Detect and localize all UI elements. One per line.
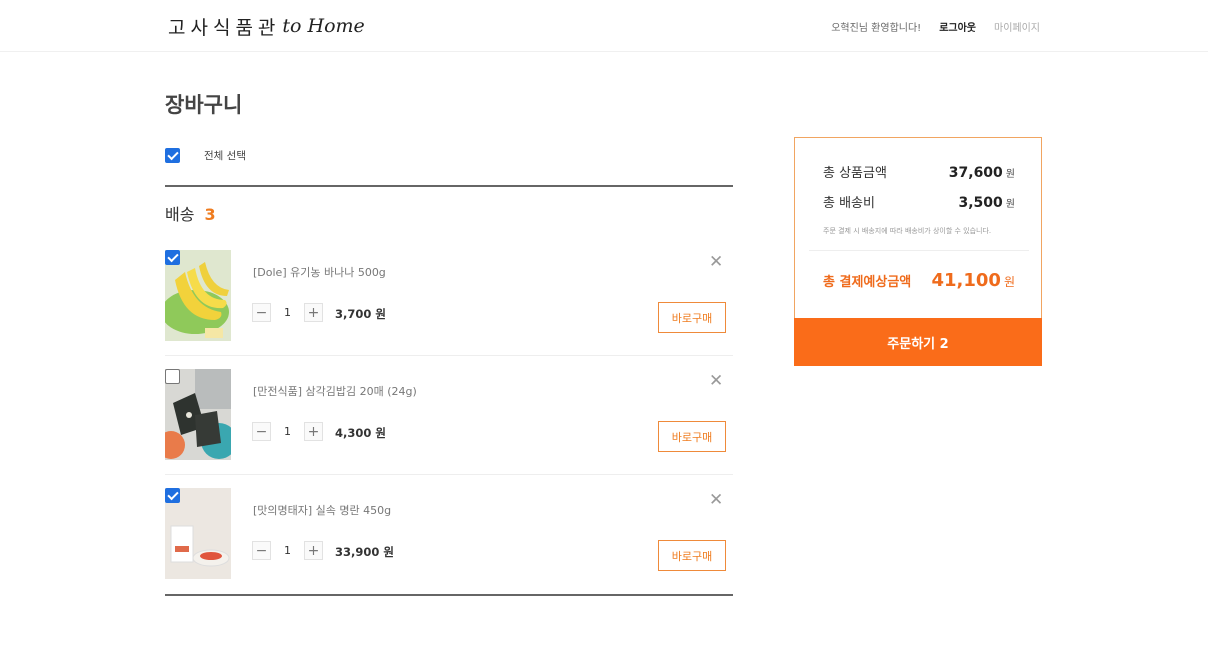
cart-item: [맛의명태자] 실속 명란 450g − 1 + 33,900 원 ✕ 바로구매	[165, 475, 733, 594]
delivery-section-header: 배송 3	[165, 201, 216, 225]
currency-unit: 원	[1005, 199, 1015, 210]
item-name[interactable]: [Dole] 유기농 바나나 500g	[253, 264, 386, 280]
increase-quantity-button[interactable]: +	[304, 422, 323, 441]
shipping-total-value: 3,500	[958, 195, 1003, 211]
logo-english-text: to Home	[282, 15, 365, 37]
summary-divider	[809, 250, 1029, 251]
list-top-divider	[165, 185, 733, 187]
buy-now-button[interactable]: 바로구매	[658, 540, 726, 571]
cart-item: [Dole] 유기농 바나나 500g − 1 + 3,700 원 ✕ 바로구매	[165, 237, 733, 356]
mypage-link[interactable]: 마이페이지	[994, 19, 1040, 34]
section-title: 배송	[165, 205, 195, 224]
increase-quantity-button[interactable]: +	[304, 303, 323, 322]
currency-unit: 원	[1005, 169, 1015, 180]
quantity-stepper: − 1 +	[252, 303, 323, 322]
select-all-row: 전체 선택	[165, 148, 246, 163]
item-checkbox[interactable]	[165, 250, 180, 265]
item-price: 33,900 원	[335, 545, 394, 559]
close-icon[interactable]: ✕	[709, 252, 723, 272]
grand-total-value: 41,100	[931, 270, 1001, 291]
product-total-row: 총 상품금액 37,600 원	[823, 162, 1015, 181]
quantity-stepper: − 1 +	[252, 541, 323, 560]
welcome-message: 오혁진님 환영합니다!	[831, 23, 922, 34]
product-total-value: 37,600	[948, 165, 1003, 181]
list-bottom-divider	[165, 594, 733, 596]
site-logo[interactable]: 고사식품관 to Home	[168, 12, 365, 40]
decrease-quantity-button[interactable]: −	[252, 541, 271, 560]
currency-unit: 원	[1003, 275, 1015, 289]
select-all-checkbox[interactable]	[165, 148, 180, 163]
grand-total-label: 총 결제예상금액	[823, 275, 912, 290]
order-button[interactable]: 주문하기 2	[794, 318, 1042, 366]
item-checkbox[interactable]	[165, 488, 180, 503]
logout-link[interactable]: 로그아웃	[939, 19, 976, 34]
top-nav: 오혁진님 환영합니다! 로그아웃 마이페이지	[831, 19, 1040, 34]
item-price: 3,700 원	[335, 307, 386, 321]
close-icon[interactable]: ✕	[709, 371, 723, 391]
product-total-amount: 37,600 원	[949, 162, 1015, 181]
quantity-value: 1	[284, 306, 291, 319]
shipping-total-label: 총 배송비	[823, 196, 875, 211]
product-total-label: 총 상품금액	[823, 166, 887, 181]
item-name[interactable]: [만전식품] 삼각김밥김 20매 (24g)	[253, 383, 417, 399]
select-all-label[interactable]: 전체 선택	[204, 148, 246, 163]
logo-korean-text: 고사식품관	[168, 16, 281, 39]
increase-quantity-button[interactable]: +	[304, 541, 323, 560]
page-title: 장바구니	[165, 93, 243, 117]
section-count: 3	[204, 205, 216, 224]
shipping-total-amount: 3,500 원	[959, 192, 1016, 211]
quantity-value: 1	[284, 544, 291, 557]
shipping-note: 주문 결제 시 배송지에 따라 배송비가 상이할 수 있습니다.	[823, 227, 992, 235]
order-summary: 총 상품금액 37,600 원 총 배송비 3,500 원 주문 결제 시 배송지에…	[794, 137, 1042, 366]
close-icon[interactable]: ✕	[709, 490, 723, 510]
decrease-quantity-button[interactable]: −	[252, 303, 271, 322]
item-name[interactable]: [맛의명태자] 실속 명란 450g	[253, 502, 391, 518]
site-header: 고사식품관 to Home 오혁진님 환영합니다! 로그아웃 마이페이지	[0, 0, 1208, 52]
quantity-value: 1	[284, 425, 291, 438]
buy-now-button[interactable]: 바로구매	[658, 421, 726, 452]
grand-total-amount: 41,100 원	[931, 270, 1015, 291]
item-checkbox[interactable]	[165, 369, 180, 384]
buy-now-button[interactable]: 바로구매	[658, 302, 726, 333]
item-price: 4,300 원	[335, 426, 386, 440]
shipping-total-row: 총 배송비 3,500 원	[823, 192, 1015, 211]
decrease-quantity-button[interactable]: −	[252, 422, 271, 441]
quantity-stepper: − 1 +	[252, 422, 323, 441]
grand-total-row: 총 결제예상금액 41,100 원	[823, 270, 1015, 291]
cart-item: [만전식품] 삼각김밥김 20매 (24g) − 1 + 4,300 원 ✕ 바…	[165, 356, 733, 475]
